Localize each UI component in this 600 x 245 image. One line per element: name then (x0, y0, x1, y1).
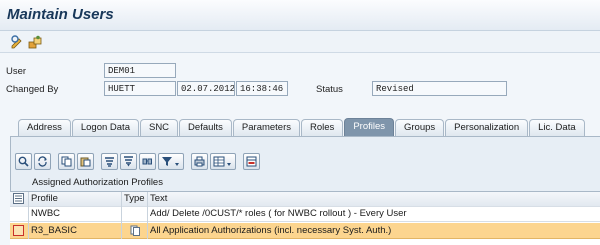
text-cell: All Application Authorizations (incl. ne… (150, 225, 392, 236)
profile-cell: NWBC (31, 208, 61, 219)
table-row-selected[interactable]: R3_BASIC All Application Authorizations … (10, 223, 600, 239)
tab-strip: Address Logon Data SNC Defaults Paramete… (18, 118, 600, 136)
column-divider (121, 192, 122, 239)
column-header-type[interactable]: Type (124, 193, 145, 204)
user-label: User (6, 66, 27, 77)
status-field[interactable]: Revised (372, 81, 507, 96)
print-icon[interactable] (191, 152, 208, 170)
refresh-icon[interactable] (34, 152, 51, 170)
application-toolbar (0, 31, 600, 53)
grid-caption: Assigned Authorization Profiles (32, 177, 163, 188)
composite-profile-icon (130, 225, 141, 239)
filter-dropdown-icon[interactable] (158, 152, 184, 170)
tab-parameters[interactable]: Parameters (232, 119, 301, 136)
find-icon[interactable] (139, 152, 156, 170)
tab-defaults[interactable]: Defaults (179, 119, 232, 136)
tab-lic-data[interactable]: Lic. Data (529, 119, 585, 136)
title-bar: Maintain Users (0, 0, 600, 31)
tab-groups[interactable]: Groups (395, 119, 445, 136)
tab-snc[interactable]: SNC (139, 119, 179, 136)
sort-ascending-icon[interactable] (101, 152, 118, 170)
tab-address[interactable]: Address (18, 119, 71, 136)
column-divider (28, 192, 29, 239)
text-cell: Add/ Delete /0CUST/* roles ( for NWBC ro… (150, 208, 407, 219)
copy-icon[interactable] (58, 152, 75, 170)
changed-date-field[interactable]: 02.07.2012 (177, 81, 235, 96)
details-icon[interactable] (15, 152, 32, 170)
column-divider (147, 192, 148, 239)
layout-icon[interactable] (210, 152, 236, 170)
grid-toolbar (15, 150, 262, 172)
paste-icon[interactable] (77, 152, 94, 170)
tab-roles[interactable]: Roles (301, 119, 344, 136)
column-header-profile[interactable]: Profile (31, 193, 58, 204)
table-header-row: Profile Type Text (10, 192, 600, 207)
profile-cell: R3_BASIC (31, 225, 77, 236)
column-header-text[interactable]: Text (150, 193, 167, 204)
row-selector[interactable] (13, 225, 24, 239)
table-row[interactable]: NWBC Add/ Delete /0CUST/* roles ( for NW… (10, 207, 600, 222)
tab-profiles[interactable]: Profiles (344, 118, 394, 136)
changed-by-field[interactable]: HUETT (104, 81, 176, 96)
other-user-icon[interactable] (28, 35, 42, 49)
tab-personalization[interactable]: Personalization (445, 119, 529, 136)
profiles-table: Profile Type Text NWBC Add/ Delete /0CUS… (10, 191, 600, 245)
select-all-icon[interactable] (13, 193, 24, 207)
changed-time-field[interactable]: 16:38:46 (236, 81, 288, 96)
page-title: Maintain Users (7, 6, 114, 23)
user-field[interactable]: DEM01 (104, 63, 176, 78)
changed-by-label: Changed By (6, 84, 59, 95)
tab-logon-data[interactable]: Logon Data (71, 119, 139, 136)
filter-icon[interactable] (120, 152, 137, 170)
status-label: Status (316, 84, 343, 95)
display-change-icon[interactable] (10, 35, 24, 49)
delete-row-icon[interactable] (243, 152, 260, 170)
